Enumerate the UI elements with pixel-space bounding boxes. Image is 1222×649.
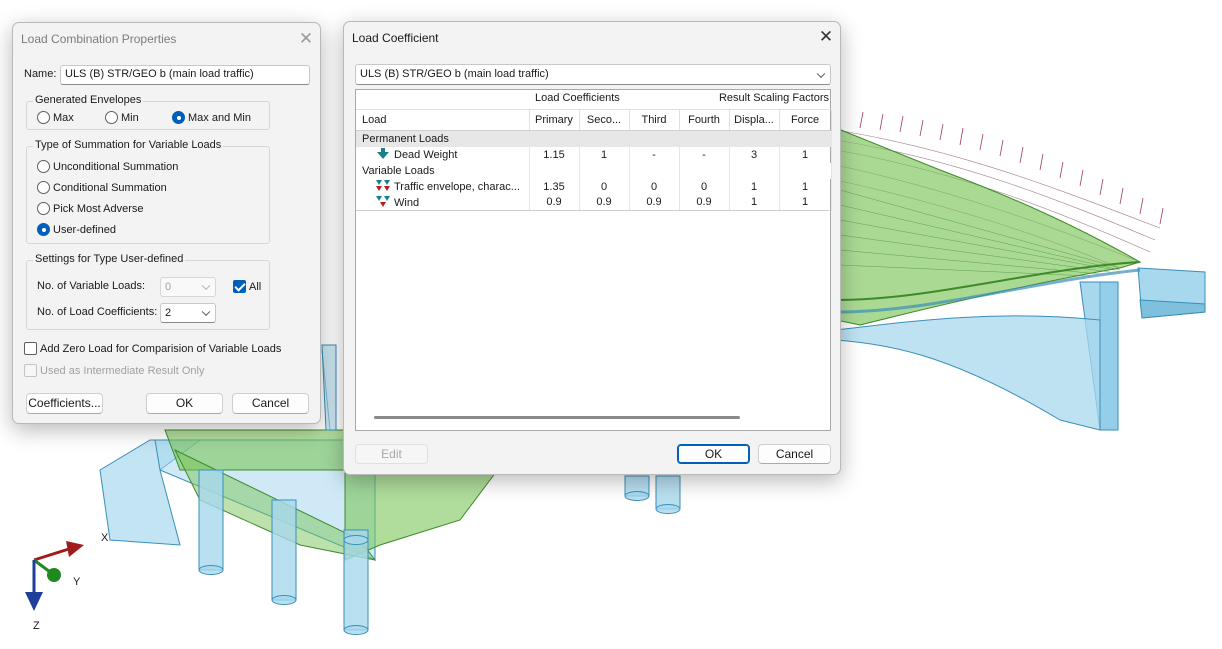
dead-weight-icon <box>377 148 389 159</box>
load-name-cell[interactable]: Wind <box>356 194 530 211</box>
radio-indicator-selected <box>172 111 185 124</box>
cancel-button[interactable]: Cancel <box>758 444 831 464</box>
dialog-title: Load Combination Properties <box>21 32 177 46</box>
group-title: Generated Envelopes <box>33 94 144 106</box>
value-cell[interactable]: 1 <box>729 178 780 195</box>
radio-indicator <box>37 160 50 173</box>
close-icon[interactable]: ✕ <box>295 29 317 51</box>
radio-conditional-summation[interactable]: Conditional Summation <box>37 181 167 194</box>
horizontal-scrollbar[interactable] <box>374 416 740 419</box>
table-row[interactable]: Traffic envelope, charac... 1.35 0 0 0 1… <box>356 178 832 195</box>
value-cell[interactable]: 3 <box>729 146 780 163</box>
radio-user-defined[interactable]: User-defined <box>37 223 116 236</box>
value-cell[interactable]: 0.9 <box>679 194 730 211</box>
radio-unconditional-summation[interactable]: Unconditional Summation <box>37 160 178 173</box>
column-header-second[interactable]: Seco... <box>579 109 630 131</box>
load-name-cell[interactable]: Traffic envelope, charac... <box>356 178 530 195</box>
close-icon[interactable]: ✕ <box>815 27 837 49</box>
value-cell[interactable]: 1.35 <box>529 178 580 195</box>
group-title: Type of Summation for Variable Loads <box>33 139 224 151</box>
radio-indicator <box>37 202 50 215</box>
load-coefficients-combo[interactable]: 2 <box>160 303 216 323</box>
table-header-row: Load Primary Seco... Third Fourth Displa… <box>356 109 832 131</box>
value-cell[interactable]: 0 <box>579 178 630 195</box>
load-combination-combo[interactable]: ULS (B) STR/GEO b (main load traffic) <box>355 64 831 85</box>
coefficients-button[interactable]: Coefficients... <box>26 393 103 414</box>
table-group-row[interactable]: Variable Loads <box>356 162 832 179</box>
axis-x-label: X <box>101 532 109 544</box>
edit-button: Edit <box>355 444 428 464</box>
column-header-third[interactable]: Third <box>629 109 680 131</box>
value-cell[interactable]: - <box>679 146 730 163</box>
radio-indicator <box>105 111 118 124</box>
value-cell[interactable]: 1 <box>729 194 780 211</box>
load-name-cell[interactable]: Dead Weight <box>356 146 530 163</box>
chevron-down-icon <box>201 307 211 317</box>
cancel-button[interactable]: Cancel <box>232 393 309 414</box>
radio-envelope-max-and-min[interactable]: Max and Min <box>172 111 251 124</box>
column-header-displacement[interactable]: Displa... <box>729 109 780 131</box>
radio-indicator <box>37 111 50 124</box>
value-cell[interactable]: 1 <box>779 194 832 211</box>
radio-envelope-min[interactable]: Min <box>105 111 139 124</box>
group-label: Variable Loads <box>356 162 530 179</box>
ok-button[interactable]: OK <box>677 444 750 464</box>
column-header-force[interactable]: Force <box>779 109 832 131</box>
chevron-down-icon <box>816 69 826 78</box>
axis-z-label: Z <box>33 620 40 632</box>
value-cell[interactable]: 1 <box>779 146 832 163</box>
name-input[interactable]: ULS (B) STR/GEO b (main load traffic) <box>60 65 310 85</box>
value-cell[interactable]: 0.9 <box>629 194 680 211</box>
checkbox-indicator <box>24 364 37 377</box>
name-label: Name: <box>24 68 57 80</box>
radio-pick-most-adverse[interactable]: Pick Most Adverse <box>37 202 143 215</box>
checkbox-indicator <box>24 342 37 355</box>
value-cell[interactable]: 1 <box>579 146 630 163</box>
load-coefficient-dialog: Load Coefficient ✕ ULS (B) STR/GEO b (ma… <box>343 21 841 475</box>
chevron-down-icon <box>201 281 211 291</box>
coefficients-grid[interactable]: Load Primary Seco... Third Fourth Displa… <box>356 109 832 211</box>
ok-button[interactable]: OK <box>146 393 223 414</box>
value-cell[interactable]: 1.15 <box>529 146 580 163</box>
intermediate-result-checkbox: Used as Intermediate Result Only <box>24 364 204 377</box>
value-cell[interactable]: 0 <box>679 178 730 195</box>
variable-loads-combo: 0 <box>160 277 216 297</box>
group-label: Permanent Loads <box>356 130 530 147</box>
value-cell[interactable]: - <box>629 146 680 163</box>
bridge-deck-right <box>835 127 1142 431</box>
traffic-envelope-icon <box>376 180 390 191</box>
value-cell[interactable]: 0 <box>629 178 680 195</box>
group-title: Settings for Type User-defined <box>33 253 186 265</box>
radio-indicator-selected <box>37 223 50 236</box>
dialog-title: Load Coefficient <box>352 31 439 45</box>
value-cell[interactable]: 0.9 <box>579 194 630 211</box>
load-coefficients-label: No. of Load Coefficients: <box>37 306 158 318</box>
wind-load-icon <box>376 195 390 207</box>
load-combination-properties-dialog: Load Combination Properties ✕ Name: ULS … <box>12 22 321 424</box>
radio-indicator <box>37 181 50 194</box>
result-scaling-factors-caption: Result Scaling Factors <box>718 92 829 104</box>
axis-y-label: Y <box>73 576 81 588</box>
radio-envelope-max[interactable]: Max <box>37 111 74 124</box>
checkbox-indicator-checked <box>233 280 246 293</box>
table-row[interactable]: Wind 0.9 0.9 0.9 0.9 1 1 <box>356 194 832 211</box>
all-checkbox[interactable]: All <box>233 280 261 293</box>
table-row[interactable]: Dead Weight 1.15 1 - - 3 1 <box>356 146 832 163</box>
column-header-load[interactable]: Load <box>356 109 530 131</box>
zero-load-checkbox[interactable]: Add Zero Load for Comparision of Variabl… <box>24 342 281 355</box>
table-group-row[interactable]: Permanent Loads <box>356 130 832 147</box>
load-coefficients-table[interactable]: Load Coefficients Result Scaling Factors… <box>355 89 832 431</box>
variable-loads-label: No. of Variable Loads: <box>37 280 146 292</box>
column-header-fourth[interactable]: Fourth <box>679 109 730 131</box>
user-defined-settings-group: Settings for Type User-defined <box>26 253 270 330</box>
load-coefficients-caption: Load Coefficients <box>535 92 620 104</box>
value-cell[interactable]: 1 <box>779 178 832 195</box>
value-cell[interactable]: 0.9 <box>529 194 580 211</box>
column-header-primary[interactable]: Primary <box>529 109 580 131</box>
